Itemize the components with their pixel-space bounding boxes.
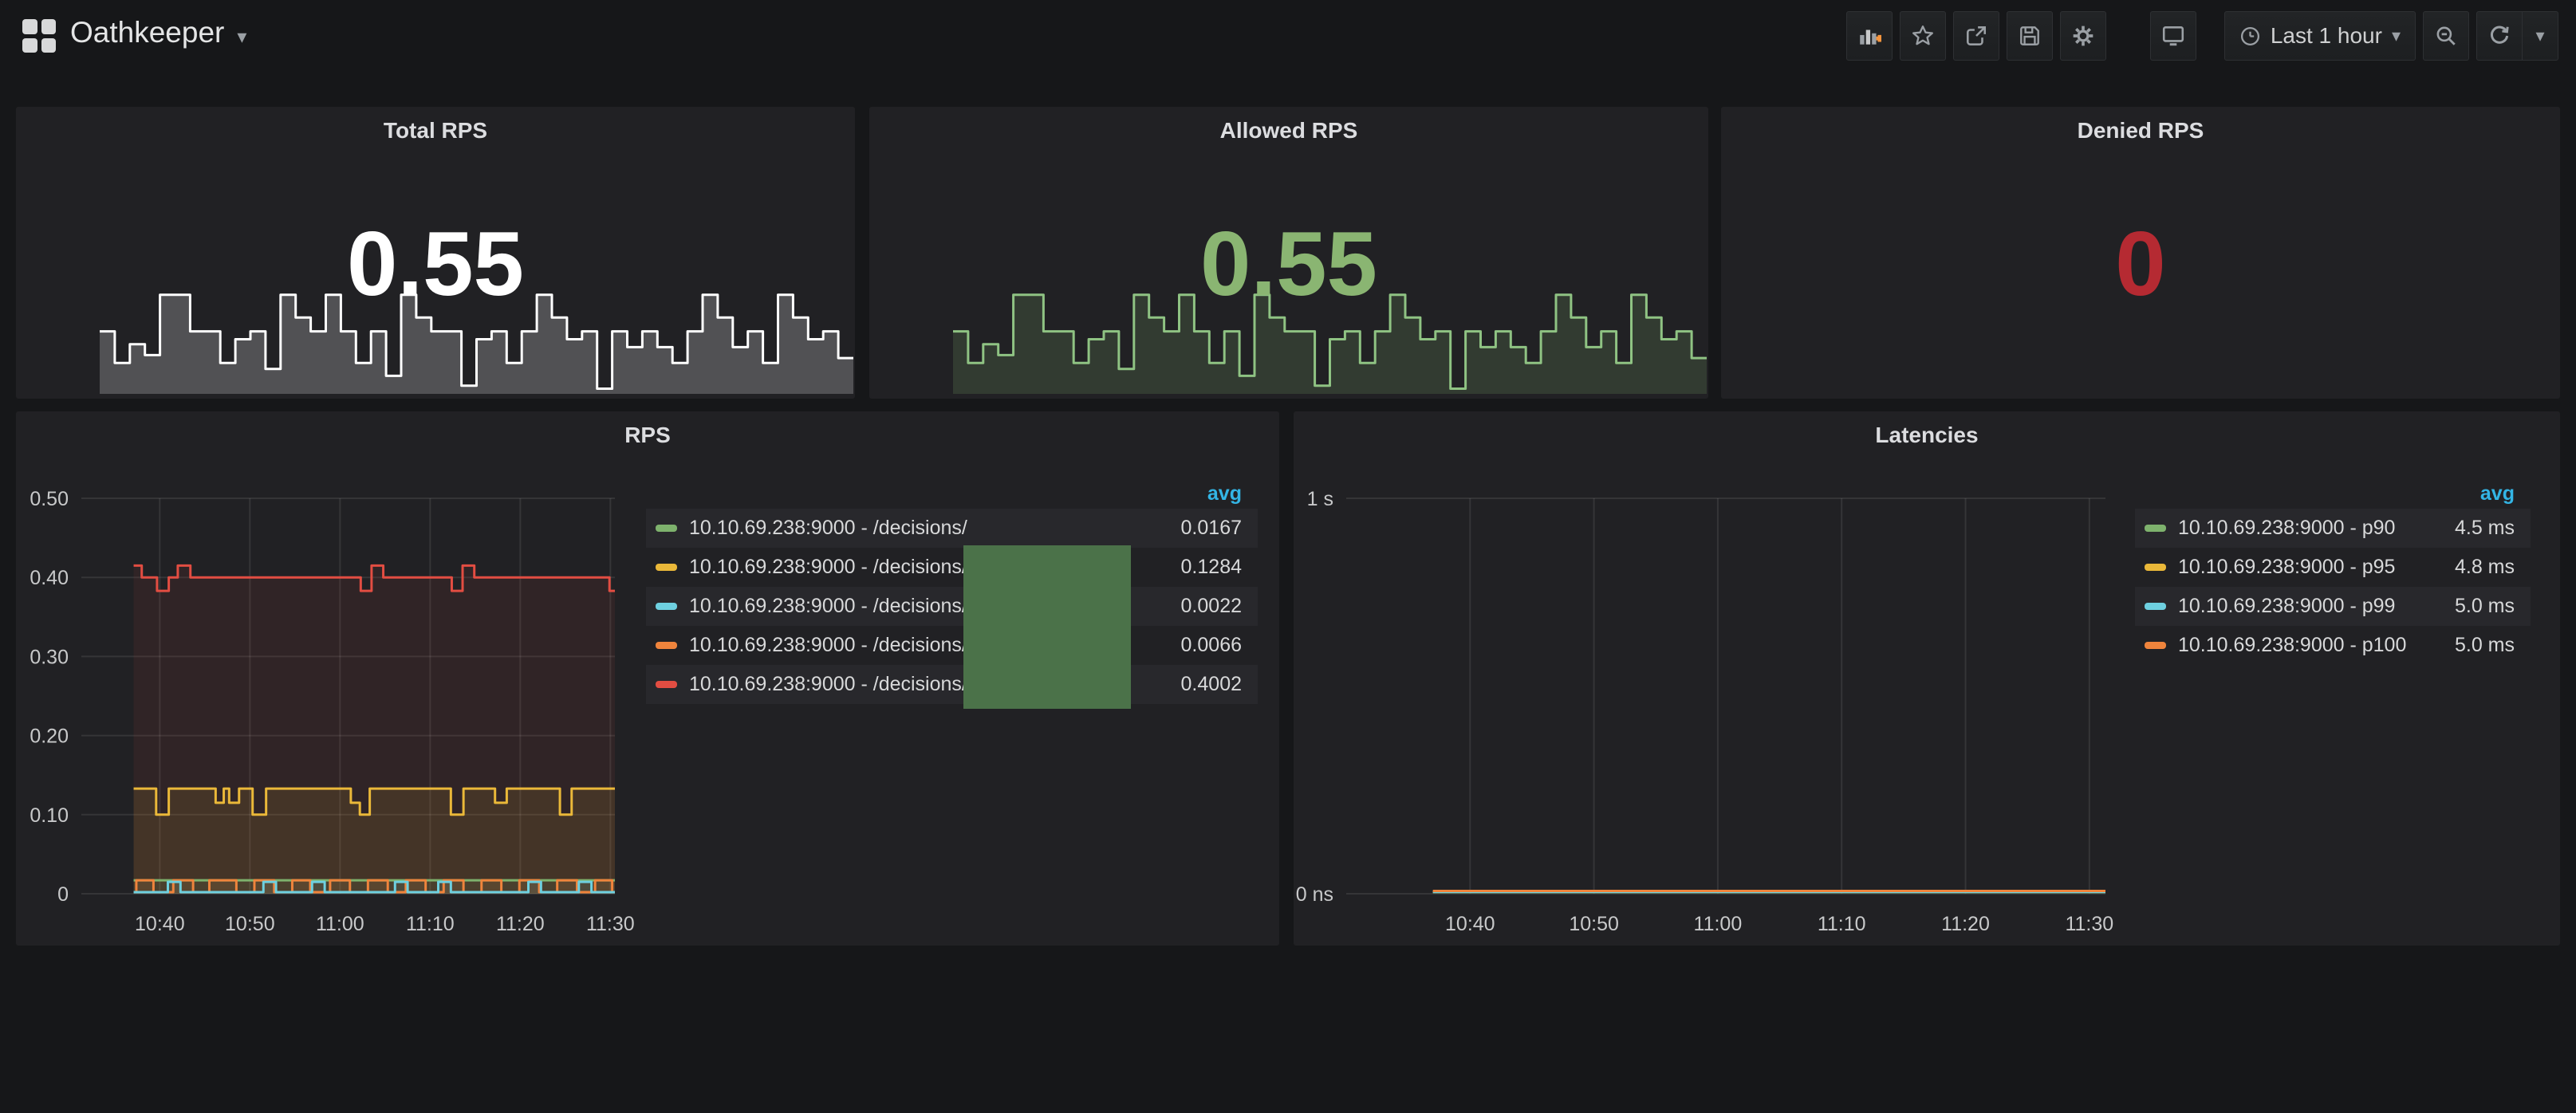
svg-text:0 ns: 0 ns xyxy=(1296,883,1333,906)
dashboards-grid-icon[interactable] xyxy=(22,19,56,53)
legend-item[interactable]: 10.10.69.238:9000 - p904.5 ms xyxy=(2135,509,2531,548)
legend-series-swatch-icon[interactable] xyxy=(2145,525,2166,532)
legend-item[interactable]: 10.10.69.238:9000 - /decisions/0.0167 xyxy=(646,509,1258,548)
panel-allowed-rps: Allowed RPS 0.55 xyxy=(869,107,1708,399)
navbar: Oathkeeper ▾ xyxy=(0,0,2576,73)
legend-series-swatch-icon[interactable] xyxy=(656,642,677,649)
legend-item[interactable]: 10.10.69.238:9000 - p1005.0 ms xyxy=(2135,626,2531,665)
tv-mode-icon xyxy=(2161,24,2185,48)
save-button[interactable] xyxy=(2007,11,2053,61)
refresh-icon xyxy=(2487,24,2511,48)
legend-series-label[interactable]: 10.10.69.238:9000 - p95 xyxy=(2178,556,2411,579)
legend-series-avg-value: 0.1284 xyxy=(1138,556,1258,579)
legend-series-avg-value: 0.0066 xyxy=(1138,634,1258,657)
svg-text:1 s: 1 s xyxy=(1307,488,1333,510)
add-panel-button[interactable] xyxy=(1846,11,1893,61)
legend-item[interactable]: 10.10.69.238:9000 - /decisions/0.0022 xyxy=(646,587,1258,626)
time-range-picker[interactable]: Last 1 hour ▾ xyxy=(2224,11,2416,61)
refresh-interval-dropdown[interactable]: ▾ xyxy=(2523,11,2558,61)
panel-title[interactable]: Latencies xyxy=(1294,423,2560,448)
panel-title[interactable]: Allowed RPS xyxy=(869,118,1708,144)
star-button[interactable] xyxy=(1900,11,1946,61)
add-panel-icon xyxy=(1857,24,1881,48)
legend-item[interactable]: 10.10.69.238:9000 - p995.0 ms xyxy=(2135,587,2531,626)
legend-series-avg-value: 5.0 ms xyxy=(2411,595,2531,618)
latencies-legend: avg10.10.69.238:9000 - p904.5 ms10.10.69… xyxy=(2135,478,2531,665)
svg-text:10:40: 10:40 xyxy=(135,913,185,935)
legend-series-avg-value: 5.0 ms xyxy=(2411,634,2531,657)
svg-text:11:30: 11:30 xyxy=(2065,913,2113,935)
panel-title[interactable]: Denied RPS xyxy=(1721,118,2560,144)
legend-series-label[interactable]: 10.10.69.238:9000 - p90 xyxy=(2178,517,2411,540)
legend-series-avg-value: 0.0022 xyxy=(1138,595,1258,618)
allowed-rps-value: 0.55 xyxy=(869,217,1708,313)
save-icon xyxy=(2018,24,2042,48)
svg-text:11:30: 11:30 xyxy=(586,913,635,935)
settings-button[interactable] xyxy=(2060,11,2106,61)
legend-item[interactable]: 10.10.69.238:9000 - /decisions/0.1284 xyxy=(646,548,1258,587)
legend-series-swatch-icon[interactable] xyxy=(2145,603,2166,610)
dashboard-title-dropdown[interactable]: Oathkeeper ▾ xyxy=(70,16,246,49)
legend-item[interactable]: 10.10.69.238:9000 - /decisions/0.4002 xyxy=(646,665,1258,704)
legend-series-swatch-icon[interactable] xyxy=(656,681,677,688)
svg-text:10:40: 10:40 xyxy=(1445,913,1495,935)
star-icon xyxy=(1911,24,1935,48)
svg-text:11:10: 11:10 xyxy=(1818,913,1866,935)
zoom-out-button[interactable] xyxy=(2423,11,2469,61)
legend-item[interactable]: 10.10.69.238:9000 - /decisions/0.0066 xyxy=(646,626,1258,665)
svg-text:0.30: 0.30 xyxy=(30,646,69,668)
svg-text:0: 0 xyxy=(57,883,69,906)
tv-mode-button[interactable] xyxy=(2150,11,2196,61)
svg-text:11:20: 11:20 xyxy=(1941,913,1990,935)
svg-text:0.40: 0.40 xyxy=(30,567,69,589)
legend-avg-header: avg xyxy=(2135,478,2531,509)
legend-series-swatch-icon[interactable] xyxy=(656,564,677,571)
legend-series-swatch-icon[interactable] xyxy=(2145,564,2166,571)
legend-series-swatch-icon[interactable] xyxy=(2145,642,2166,649)
legend-series-avg-value: 0.4002 xyxy=(1138,673,1258,696)
panel-denied-rps: Denied RPS 0 xyxy=(1721,107,2560,399)
clock-icon xyxy=(2239,26,2261,47)
svg-text:11:00: 11:00 xyxy=(1694,913,1743,935)
share-icon xyxy=(1964,24,1988,48)
green-overlay xyxy=(963,545,1131,709)
chevron-down-icon: ▾ xyxy=(2392,26,2401,46)
panel-latencies-graph: Latencies 1 s 0 ns 10:40 10:50 11:00 11:10 11:… xyxy=(1294,411,2560,946)
svg-text:10:50: 10:50 xyxy=(1569,913,1619,935)
legend-series-label[interactable]: 10.10.69.238:9000 - p99 xyxy=(2178,595,2411,618)
legend-series-avg-value: 4.5 ms xyxy=(2411,517,2531,540)
svg-text:11:00: 11:00 xyxy=(316,913,364,935)
rps-legend: avg10.10.69.238:9000 - /decisions/0.0167… xyxy=(646,478,1258,704)
zoom-out-icon xyxy=(2434,24,2458,48)
total-rps-value: 0.55 xyxy=(16,217,855,313)
legend-avg-header: avg xyxy=(646,478,1258,509)
grafana-dashboard: Oathkeeper ▾ xyxy=(0,0,2576,1113)
panel-title[interactable]: RPS xyxy=(16,423,1279,448)
legend-series-avg-value: 4.8 ms xyxy=(2411,556,2531,579)
legend-series-label[interactable]: 10.10.69.238:9000 - /decisions/ xyxy=(689,517,1138,540)
time-range-label: Last 1 hour xyxy=(2271,23,2382,49)
dashboard-title: Oathkeeper xyxy=(70,16,224,49)
svg-text:11:10: 11:10 xyxy=(406,913,455,935)
refresh-button[interactable] xyxy=(2476,11,2523,61)
chevron-down-icon: ▾ xyxy=(237,18,246,49)
denied-rps-value: 0 xyxy=(1721,217,2560,313)
legend-item[interactable]: 10.10.69.238:9000 - p954.8 ms xyxy=(2135,548,2531,587)
panel-total-rps: Total RPS 0.55 xyxy=(16,107,855,399)
svg-text:0.10: 0.10 xyxy=(30,804,69,827)
legend-series-avg-value: 0.0167 xyxy=(1138,517,1258,540)
svg-text:0.50: 0.50 xyxy=(30,488,69,510)
panel-rps-graph: RPS 0.50 0.40 0.30 0.20 0.10 0 10:40 10:50 11:00… xyxy=(16,411,1279,946)
legend-series-label[interactable]: 10.10.69.238:9000 - p100 xyxy=(2178,634,2411,657)
legend-series-swatch-icon[interactable] xyxy=(656,525,677,532)
toolbar: Last 1 hour ▾ ▾ xyxy=(1839,11,2558,61)
legend-series-swatch-icon[interactable] xyxy=(656,603,677,610)
share-button[interactable] xyxy=(1953,11,1999,61)
svg-text:11:20: 11:20 xyxy=(496,913,545,935)
svg-text:10:50: 10:50 xyxy=(225,913,275,935)
chevron-down-icon: ▾ xyxy=(2535,26,2544,46)
gear-icon xyxy=(2071,24,2095,48)
panel-title[interactable]: Total RPS xyxy=(16,118,855,144)
svg-text:0.20: 0.20 xyxy=(30,726,69,748)
